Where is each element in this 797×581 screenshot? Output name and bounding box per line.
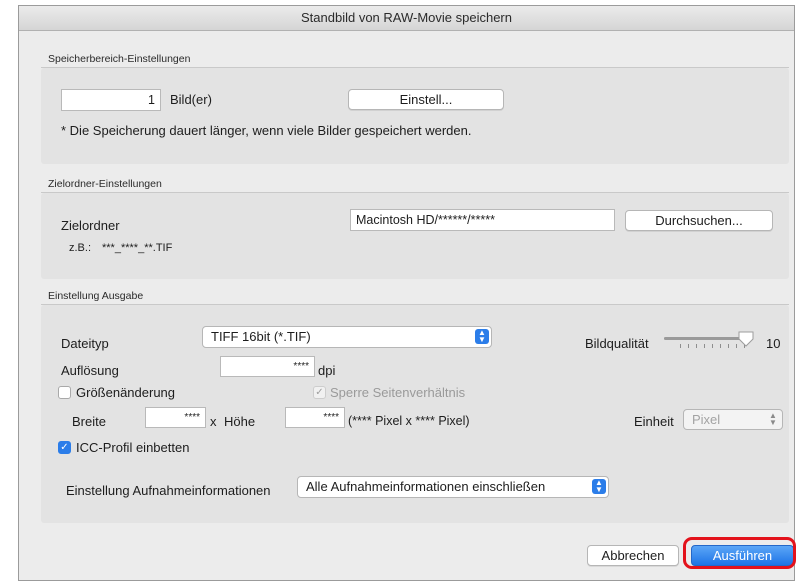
times-sign: x (210, 414, 217, 429)
save-note: * Die Speicherung dauert länger, wenn vi… (61, 123, 472, 138)
execute-button-highlight (683, 537, 796, 569)
resolution-field[interactable]: **** (220, 356, 315, 377)
width-field[interactable]: **** (145, 407, 206, 428)
example-label: z.B.: (69, 242, 92, 254)
quality-tick (712, 344, 713, 348)
shooting-info-stepper-icon: ▲ ▼ (592, 479, 606, 494)
quality-value: 10 (766, 336, 781, 351)
quality-tick (720, 344, 721, 348)
quality-tick (680, 344, 681, 348)
height-field[interactable]: **** (285, 407, 345, 428)
output-group-label: Einstellung Ausgabe (48, 290, 144, 302)
quality-slider-thumb[interactable] (738, 331, 754, 347)
cancel-button[interactable]: Abbrechen (587, 545, 679, 566)
icc-checkbox[interactable]: ✓ (58, 441, 71, 454)
quality-tick (688, 344, 689, 348)
lock-aspect-checkbox[interactable]: ✓ (313, 386, 326, 399)
save-range-group-label: Speicherbereich-Einstellungen (48, 53, 191, 65)
quality-tick (696, 344, 697, 348)
unit-value: Pixel (692, 412, 721, 427)
unit-label: Einheit (634, 414, 674, 429)
shooting-info-label: Einstellung Aufnahmeinformationen (66, 483, 271, 498)
save-range-panel (41, 68, 789, 164)
image-count-unit: Bild(er) (170, 92, 212, 107)
resolution-unit: dpi (318, 363, 336, 378)
filetype-select[interactable]: TIFF 16bit (*.TIF) ▲ ▼ (202, 326, 492, 348)
height-label: Höhe (224, 414, 256, 429)
window-title: Standbild von RAW-Movie speichern (19, 6, 794, 31)
filetype-stepper-icon: ▲ ▼ (475, 329, 489, 344)
destination-group-label: Zielordner-Einstellungen (48, 178, 162, 190)
icc-label: ICC-Profil einbetten (76, 440, 190, 455)
filetype-label: Dateityp (61, 336, 109, 351)
quality-tick (736, 344, 737, 348)
browse-button[interactable]: Durchsuchen... (625, 210, 773, 231)
resolution-label: Auflösung (61, 363, 119, 378)
quality-tick (728, 344, 729, 348)
folder-label: Zielordner (61, 218, 120, 233)
resize-checkbox[interactable] (58, 386, 71, 399)
shooting-info-value: Alle Aufnahmeinformationen einschließen (306, 479, 546, 494)
settings-button[interactable]: Einstell... (348, 89, 504, 110)
quality-tick (704, 344, 705, 348)
destination-panel (41, 193, 789, 279)
quality-slider[interactable] (664, 331, 756, 348)
folder-path-field[interactable]: Macintosh HD/******/***** (350, 209, 615, 231)
quality-label: Bildqualität (585, 336, 649, 351)
lock-aspect-label: Sperre Seitenverhältnis (330, 385, 466, 400)
dialog-window: Standbild von RAW-Movie speichern Speich… (18, 5, 795, 581)
unit-select[interactable]: Pixel ▲ ▼ (683, 409, 783, 430)
example-filename: ***_****_**.TIF (102, 242, 173, 254)
width-label: Breite (72, 414, 106, 429)
filetype-value: TIFF 16bit (*.TIF) (211, 329, 311, 344)
resize-label: Größenänderung (76, 385, 176, 400)
pixel-info: (**** Pixel x **** Pixel) (348, 414, 470, 428)
unit-stepper-icon: ▲ ▼ (769, 411, 777, 427)
shooting-info-select[interactable]: Alle Aufnahmeinformationen einschließen … (297, 476, 609, 498)
image-count-field[interactable]: 1 (61, 89, 161, 111)
